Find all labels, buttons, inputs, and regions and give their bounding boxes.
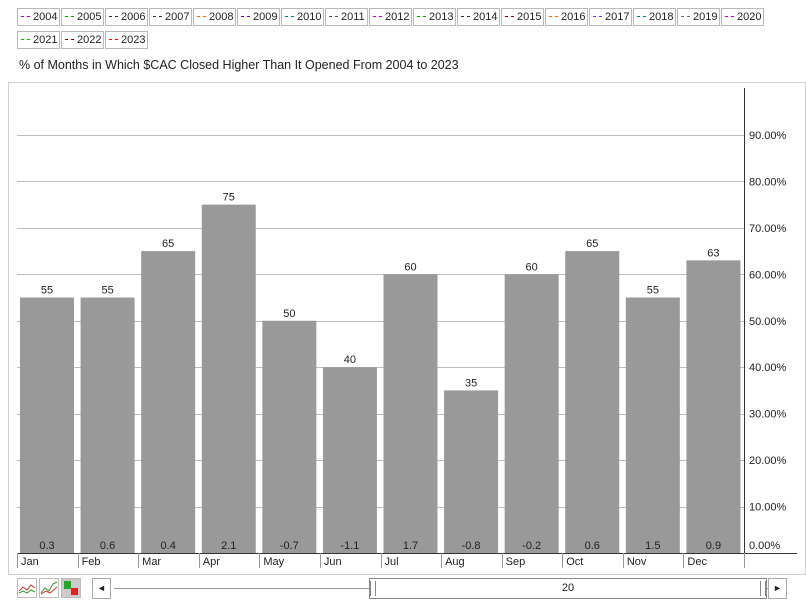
avg-change-label: 0.9 — [706, 540, 721, 552]
scroll-thumb[interactable]: 20 — [369, 578, 767, 599]
y-tick-label: 0.00% — [749, 540, 780, 552]
avg-change-label: 0.4 — [161, 540, 176, 552]
bar-value-label: 63 — [707, 247, 719, 259]
seasonality-chart: 55 0.3 55 0.6 65 0.4 75 2.1 50 -0.7 40 -1.1 60 1.7 35 -… — [8, 82, 806, 575]
bar-jun — [322, 367, 377, 553]
bar-value-label: 35 — [465, 377, 477, 389]
month-label-may: May — [263, 556, 284, 568]
y-tick-label: 60.00% — [749, 269, 787, 281]
y-tick-label: 80.00% — [749, 176, 787, 188]
month-label-jun: Jun — [324, 556, 342, 568]
month-label-jan: Jan — [21, 556, 39, 568]
bar-apr — [201, 204, 256, 553]
bar-value-label: 50 — [283, 308, 295, 320]
month-label-sep: Sep — [506, 556, 526, 568]
y-tick-label: 90.00% — [749, 130, 787, 142]
bar-value-label: 60 — [404, 261, 416, 273]
month-label-apr: Apr — [203, 556, 220, 568]
y-tick-label: 30.00% — [749, 409, 787, 421]
bar-jul — [383, 274, 438, 553]
thumb-grip-right[interactable] — [760, 581, 766, 596]
month-label-oct: Oct — [566, 556, 583, 568]
bar-mar — [141, 251, 196, 553]
scroll-right-button[interactable]: ► — [768, 578, 787, 599]
bar-oct — [565, 251, 620, 553]
y-tick-label: 20.00% — [749, 455, 787, 467]
bar-value-label: 55 — [101, 285, 113, 297]
bar-value-label: 60 — [526, 261, 538, 273]
multi-line-chart-icon[interactable] — [39, 578, 59, 598]
avg-change-label: 1.5 — [645, 540, 660, 552]
month-label-aug: Aug — [445, 556, 465, 568]
avg-change-label: 1.7 — [403, 540, 418, 552]
month-label-dec: Dec — [687, 556, 707, 568]
avg-change-label: -1.1 — [340, 540, 359, 552]
period-scrollbar: ◄ 20 ► — [92, 578, 789, 600]
y-tick-label: 40.00% — [749, 362, 787, 374]
month-label-mar: Mar — [142, 556, 161, 568]
avg-change-label: -0.2 — [522, 540, 541, 552]
avg-change-label: -0.7 — [280, 540, 299, 552]
bar-sep — [504, 274, 559, 553]
bar-aug — [444, 390, 499, 553]
y-tick-label: 70.00% — [749, 223, 787, 235]
avg-change-label: 0.6 — [100, 540, 115, 552]
y-tick-label: 50.00% — [749, 316, 787, 328]
thumb-grip-left[interactable] — [370, 581, 376, 596]
scroll-left-button[interactable]: ◄ — [92, 578, 111, 599]
bar-value-label: 65 — [586, 238, 598, 250]
line-chart-icon[interactable] — [17, 578, 37, 598]
avg-change-label: 2.1 — [221, 540, 236, 552]
avg-change-label: -0.8 — [462, 540, 481, 552]
bar-nov — [625, 297, 680, 553]
bar-jan — [20, 297, 74, 553]
bar-may — [262, 320, 317, 553]
month-label-nov: Nov — [627, 556, 647, 568]
bar-value-label: 65 — [162, 238, 174, 250]
scroll-value: 20 — [561, 582, 575, 594]
month-label-jul: Jul — [385, 556, 399, 568]
bar-value-label: 55 — [41, 285, 53, 297]
bar-dec — [686, 260, 741, 553]
bar-value-label: 75 — [223, 192, 235, 204]
seasonality-bar-icon[interactable] — [61, 578, 81, 598]
avg-change-label: 0.6 — [585, 540, 600, 552]
bar-value-label: 55 — [647, 285, 659, 297]
bar-feb — [80, 297, 135, 553]
month-label-feb: Feb — [82, 556, 101, 568]
y-tick-label: 10.00% — [749, 502, 787, 514]
avg-change-label: 0.3 — [39, 540, 54, 552]
bar-value-label: 40 — [344, 354, 356, 366]
